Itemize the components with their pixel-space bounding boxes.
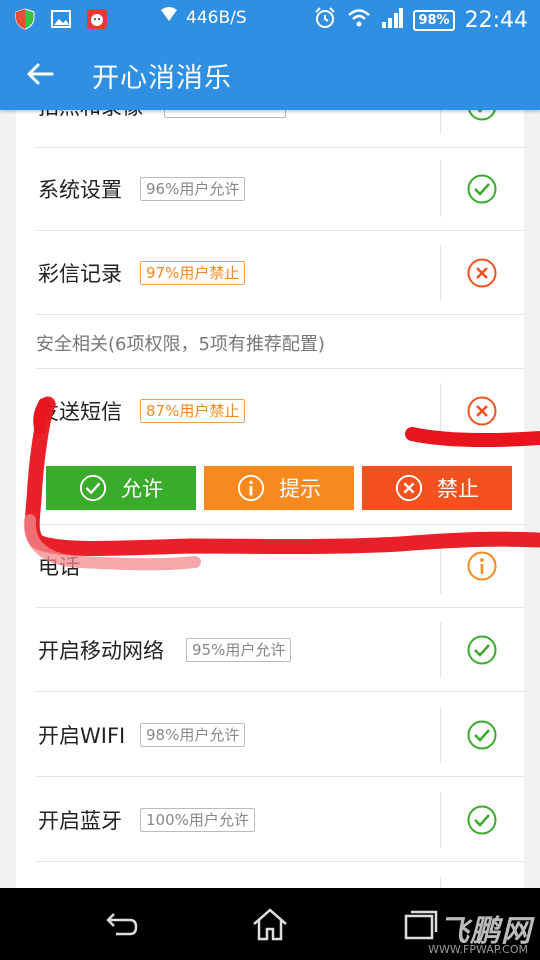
arrow-left-icon xyxy=(27,63,54,85)
allow-label: 允许 xyxy=(121,477,163,501)
permission-row-mms[interactable]: 彩信记录 97%用户禁止 xyxy=(16,231,524,315)
permission-name: 开启WIFI xyxy=(38,724,126,748)
back-nav-icon[interactable] xyxy=(100,904,144,944)
navigation-bar: 飞鹏网 WWW.FPWAP.COM xyxy=(0,888,540,960)
clock: 22:44 xyxy=(464,7,528,33)
permission-row-mobile-network[interactable]: 开启移动网络 95%用户允许 xyxy=(16,608,524,692)
hint-button[interactable]: 提示 xyxy=(204,466,354,510)
back-button[interactable] xyxy=(22,56,58,92)
permission-name: 拍照和录像 xyxy=(38,110,143,121)
recent-apps-icon[interactable] xyxy=(398,904,442,944)
permission-row-bluetooth[interactable]: 开启蓝牙 100%用户允许 xyxy=(16,778,524,862)
deny-button[interactable]: 禁止 xyxy=(362,466,512,510)
permission-name: 开启移动网络 xyxy=(38,639,164,663)
battery-icon: 98% xyxy=(413,9,455,31)
hint-label: 提示 xyxy=(279,477,321,501)
permission-badge: 95%用户允许 xyxy=(186,638,292,662)
info-circle-icon xyxy=(237,474,265,502)
permission-name: 发送短信 xyxy=(38,400,122,424)
home-nav-icon[interactable] xyxy=(248,904,292,944)
info-status-icon[interactable] xyxy=(467,551,497,581)
page-title: 开心消消乐 xyxy=(92,63,232,94)
allow-status-icon[interactable] xyxy=(467,174,497,204)
shield-icon xyxy=(14,8,36,30)
permission-row-send-sms[interactable]: 发送短信 87%用户禁止 xyxy=(16,369,524,453)
permission-row-camera[interactable]: 拍照和录像 xyxy=(16,110,524,148)
network-speed: 446B/S xyxy=(186,7,247,28)
allow-status-icon[interactable] xyxy=(467,635,497,665)
permission-row-system-settings[interactable]: 系统设置 96%用户允许 xyxy=(16,147,524,231)
section-title: 安全相关(6项权限，5项有推荐配置) xyxy=(36,334,325,355)
cat-app-icon xyxy=(86,8,108,30)
image-icon xyxy=(50,8,72,30)
allow-button[interactable]: 允许 xyxy=(46,466,196,510)
x-circle-icon xyxy=(395,474,423,502)
check-circle-icon xyxy=(79,474,107,502)
permission-name: 开启蓝牙 xyxy=(38,809,122,833)
deny-status-icon[interactable] xyxy=(467,258,497,288)
app-bar: 开心消消乐 xyxy=(0,38,540,110)
permission-row-wifi[interactable]: 开启WIFI 98%用户允许 xyxy=(16,693,524,777)
deny-label: 禁止 xyxy=(437,477,479,501)
allow-status-icon[interactable] xyxy=(467,805,497,835)
wifi-download-icon xyxy=(160,7,178,28)
permission-badge: 100%用户允许 xyxy=(140,808,255,832)
permission-badge: 87%用户禁止 xyxy=(140,399,246,423)
allow-status-icon[interactable] xyxy=(467,720,497,750)
watermark-url: WWW.FPWAP.COM xyxy=(428,943,528,956)
allow-status-icon[interactable] xyxy=(467,110,497,121)
permission-name: 系统设置 xyxy=(38,178,122,202)
status-bar: 446B/S 98% 22:44 xyxy=(0,0,540,38)
permission-row-phone[interactable]: 电话 xyxy=(16,524,524,608)
signal-icon xyxy=(381,8,404,32)
permission-name: 电话 xyxy=(38,555,80,579)
battery-level: 98% xyxy=(418,12,450,28)
deny-status-icon[interactable] xyxy=(467,396,497,426)
wifi-icon xyxy=(347,8,371,32)
permission-name: 彩信记录 xyxy=(38,262,122,286)
section-header-security: 安全相关(6项权限，5项有推荐配置) xyxy=(16,317,524,369)
permission-badge: 97%用户禁止 xyxy=(140,261,246,285)
alarm-icon xyxy=(313,6,337,34)
permission-badge: 96%用户允许 xyxy=(140,177,246,201)
permission-badge xyxy=(164,110,286,118)
permission-row-partial[interactable] xyxy=(16,863,524,888)
permission-actions: 允许 提示 禁止 xyxy=(46,466,512,510)
permission-badge: 98%用户允许 xyxy=(140,723,246,747)
permission-list[interactable]: 拍照和录像 系统设置 96%用户允许 彩信记录 97%用户禁止 安全相关(6项权… xyxy=(16,110,524,888)
